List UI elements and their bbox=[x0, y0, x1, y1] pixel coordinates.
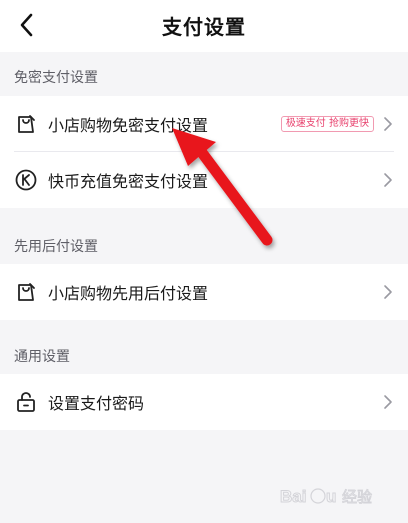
row-label: 设置支付密码 bbox=[48, 394, 145, 413]
group-password-free: 小店购物免密支付设置 极速支付 抢购更快 快币充值免密支付设置 bbox=[0, 96, 408, 208]
svg-text:经验: 经验 bbox=[342, 488, 372, 506]
kuaibi-coin-icon bbox=[14, 168, 38, 192]
chevron-right-icon bbox=[382, 172, 394, 188]
row-shop-password-free[interactable]: 小店购物免密支付设置 极速支付 抢购更快 bbox=[0, 96, 408, 152]
baidu-watermark-logo: Bai u 经验 bbox=[280, 487, 372, 507]
group-pay-later: 小店购物先用后付设置 bbox=[0, 264, 408, 320]
svg-text:Bai: Bai bbox=[280, 487, 306, 506]
page-title: 支付设置 bbox=[162, 15, 246, 39]
shopping-bag-icon bbox=[14, 280, 38, 304]
row-set-pay-password[interactable]: 设置支付密码 bbox=[0, 374, 408, 430]
row-label: 小店购物免密支付设置 bbox=[48, 116, 209, 135]
row-label: 小店购物先用后付设置 bbox=[48, 284, 209, 303]
shopping-bag-icon bbox=[14, 112, 38, 136]
header-bar: 支付设置 bbox=[0, 0, 408, 52]
speed-pay-badge: 极速支付 抢购更快 bbox=[280, 116, 374, 132]
lock-icon bbox=[14, 390, 38, 414]
section-label-general: 通用设置 bbox=[14, 349, 70, 365]
row-shop-pay-later[interactable]: 小店购物先用后付设置 bbox=[0, 264, 408, 320]
group-general: 设置支付密码 bbox=[0, 374, 408, 430]
svg-text:u: u bbox=[326, 487, 336, 506]
chevron-right-icon bbox=[382, 284, 394, 300]
chevron-right-icon bbox=[382, 116, 394, 132]
chevron-right-icon bbox=[382, 394, 394, 410]
row-kuaibi-password-free[interactable]: 快币充值免密支付设置 bbox=[0, 152, 408, 208]
row-label: 快币充值免密支付设置 bbox=[48, 172, 209, 191]
section-label-pay-later: 先用后付设置 bbox=[14, 239, 98, 255]
section-label-password-free: 免密支付设置 bbox=[14, 70, 98, 86]
